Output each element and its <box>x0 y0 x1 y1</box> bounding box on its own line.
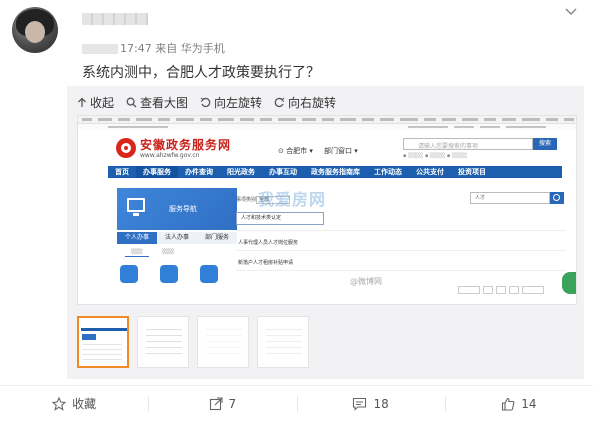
embedded-screenshot[interactable]: 安徽政务服务网 www.ahzwfw.gov.cn ⊙ 合肥市 ▾ 部门窗口 ▾… <box>77 115 577 305</box>
site-search-input[interactable]: 请输入您要搜索的事项 <box>403 138 533 150</box>
comment-count: 18 <box>373 396 389 411</box>
watermark-weibo: @微博网 <box>350 277 382 286</box>
site-title: 安徽政务服务网 <box>140 138 232 152</box>
comment-button[interactable]: 18 <box>296 386 445 421</box>
side-float-badge[interactable] <box>562 272 576 294</box>
service-icon[interactable] <box>160 265 178 283</box>
tab-personal[interactable]: 个人办事 <box>117 232 157 244</box>
action-bar: 收藏 7 18 14 <box>0 385 593 421</box>
dept-selector[interactable]: 部门窗口 ▾ <box>324 146 358 156</box>
comment-icon <box>353 397 367 411</box>
collapse-button[interactable]: 收起 <box>77 94 114 111</box>
nav-item[interactable]: 阳光政务 <box>220 166 262 178</box>
nav-item[interactable]: 办件查询 <box>178 166 220 178</box>
site-navbar: 首页 办事服务 办件查询 阳光政务 办事互动 政务服务指南库 工作动态 公共支付… <box>108 166 562 178</box>
city-selector[interactable]: ⊙ 合肥市 ▾ <box>278 146 313 156</box>
watermark-site: 我爱房网 <box>258 190 327 209</box>
repost-count: 7 <box>228 396 237 411</box>
avatar[interactable] <box>12 7 58 53</box>
panel-subtabs: ░░░ ░░░ <box>117 248 237 257</box>
nav-item[interactable]: 投资项目 <box>451 166 493 178</box>
post-source: 来自 华为手机 <box>155 42 225 55</box>
list-item[interactable]: 新落户人才租房补贴申请 <box>238 259 293 266</box>
house-icon[interactable] <box>200 265 218 283</box>
rotate-right-icon <box>274 97 285 108</box>
thumbnail-strip <box>77 316 309 368</box>
monitor-icon <box>127 198 145 216</box>
thumbs-up-icon <box>502 397 515 411</box>
collapse-label: 收起 <box>90 96 115 110</box>
weibo-post-card: 17:47 来自 华为手机 系统内测中，合肥人才政策要执行了？ 收起 查看大图 … <box>0 0 593 421</box>
chevron-down-icon[interactable] <box>564 6 578 18</box>
tab-legal-person[interactable]: 法人办事 <box>157 232 197 244</box>
favorite-button[interactable]: 收藏 <box>0 386 148 421</box>
nav-item[interactable]: 政务服务指南库 <box>304 166 367 178</box>
favorite-label: 收藏 <box>72 397 97 411</box>
panel-tabs: 个人办事 法人办事 部门服务 <box>117 232 237 244</box>
list-item[interactable]: 人事代理人员人才岗位服务 <box>238 239 298 246</box>
media-viewer: 收起 查看大图 向左旋转 向右旋转 安徽政务服务网 www.ahzwfw.gov… <box>67 86 584 379</box>
nav-item[interactable]: 办事互动 <box>262 166 304 178</box>
item-search-input[interactable]: 人才 <box>470 192 550 204</box>
view-large-label: 查看大图 <box>140 96 189 110</box>
pager <box>458 286 544 294</box>
view-large-button[interactable]: 查看大图 <box>126 94 188 111</box>
like-count: 14 <box>521 396 537 411</box>
search-icon <box>126 97 137 108</box>
rotate-left-button[interactable]: 向左旋转 <box>200 94 262 111</box>
tab-department[interactable]: 部门服务 <box>197 232 237 244</box>
arrow-up-icon <box>78 97 86 107</box>
site-url: www.ahzwfw.gov.cn <box>140 152 200 159</box>
nav-item[interactable]: 公共支付 <box>409 166 451 178</box>
post-text: 系统内测中，合肥人才政策要执行了？ <box>82 65 320 81</box>
thumbnail-2[interactable] <box>137 316 189 368</box>
rotate-right-label: 向右旋转 <box>288 96 337 110</box>
like-button[interactable]: 14 <box>444 386 593 421</box>
site-hot-links: ▪ ░░░░ ▪ ░░░░ ▪ ░░░░ <box>403 153 468 159</box>
filter-label: 事项类别 <box>236 197 257 203</box>
post-time[interactable]: 17:47 <box>120 42 152 55</box>
username-blurred[interactable] <box>82 13 148 25</box>
thumbnail-4[interactable] <box>257 316 309 368</box>
panel-icons <box>120 265 218 283</box>
thumbnail-3[interactable] <box>197 316 249 368</box>
nav-item[interactable]: 办事服务 <box>136 166 178 178</box>
post-meta: 17:47 来自 华为手机 <box>82 40 225 56</box>
nav-item[interactable]: 工作动态 <box>367 166 409 178</box>
rotate-left-label: 向左旋转 <box>214 96 263 110</box>
item-search-button[interactable] <box>550 192 564 204</box>
thumbnail-1[interactable] <box>77 316 129 368</box>
star-icon <box>52 396 67 411</box>
site-top-strip <box>78 124 576 130</box>
repost-button[interactable]: 7 <box>148 386 296 421</box>
media-toolbar: 收起 查看大图 向左旋转 向右旋转 <box>77 94 336 111</box>
rotate-left-icon <box>200 97 211 108</box>
rotate-right-button[interactable]: 向右旋转 <box>274 94 336 111</box>
site-search-button[interactable]: 搜索 <box>533 138 557 150</box>
service-nav-panel: 服务导航 <box>117 188 237 230</box>
panel-title: 服务导航 <box>169 205 197 213</box>
date-blurred <box>82 44 118 54</box>
graduation-cap-icon[interactable] <box>120 265 138 283</box>
repost-icon <box>209 396 223 410</box>
nav-item[interactable]: 首页 <box>108 166 136 178</box>
emblem-icon <box>116 138 136 158</box>
suggest-item[interactable]: 人才和技术类认定 <box>236 212 324 225</box>
browser-bookmarks-bar <box>78 116 576 124</box>
